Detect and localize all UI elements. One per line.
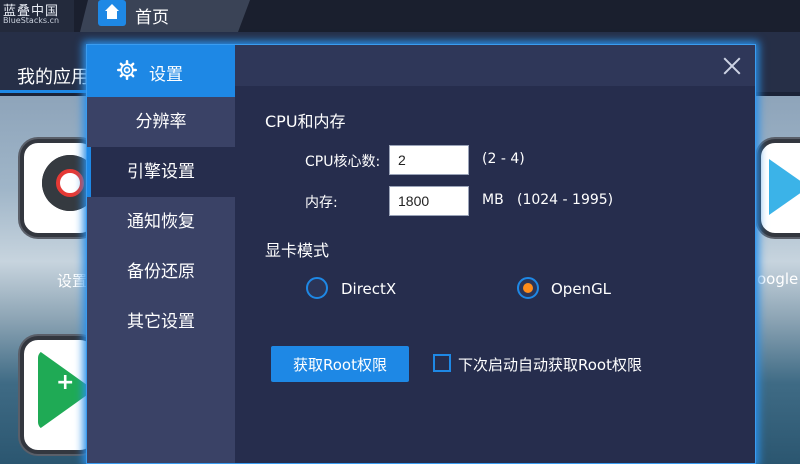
- cpu-cores-input[interactable]: [389, 145, 469, 175]
- settings-header: 设置: [87, 45, 235, 97]
- opengl-label[interactable]: OpenGL: [551, 280, 611, 298]
- auto-root-checkbox[interactable]: [433, 354, 451, 372]
- cpu-cores-label: CPU核心数:: [305, 154, 381, 170]
- bluestacks-logo: 蓝叠中国 BlueStacks.cn: [0, 0, 74, 32]
- opengl-radio[interactable]: [517, 277, 539, 299]
- title-bar: 蓝叠中国 BlueStacks.cn 首页: [0, 0, 800, 32]
- close-icon[interactable]: [723, 57, 741, 75]
- auto-root-label[interactable]: 下次启动自动获取Root权限: [458, 354, 642, 375]
- home-icon: [98, 0, 126, 26]
- sidebar-item-backup[interactable]: 备份还原: [87, 247, 235, 297]
- active-tab-indicator: [0, 90, 100, 93]
- gpu-mode-heading: 显卡模式: [265, 241, 330, 260]
- directx-radio[interactable]: [306, 277, 328, 299]
- dialog-title: 设置: [149, 65, 183, 85]
- memory-input[interactable]: [389, 186, 469, 216]
- get-root-button[interactable]: 获取Root权限: [271, 346, 409, 382]
- settings-dialog: 设置 分辨率 引擎设置 通知恢复 备份还原 其它设置 CPU和内存 CPU核心数…: [86, 44, 756, 464]
- tab-home[interactable]: 首页: [80, 0, 250, 32]
- memory-label: 内存:: [305, 195, 338, 211]
- settings-app-label: 设置: [57, 272, 88, 290]
- cpu-cores-range: (2 - 4): [482, 151, 525, 167]
- logo-subtext: BlueStacks.cn: [3, 16, 60, 25]
- sidebar-item-engine[interactable]: 引擎设置: [87, 147, 235, 197]
- sidebar-item-notification[interactable]: 通知恢复: [87, 197, 235, 247]
- memory-unit: MB: [482, 192, 504, 208]
- memory-range: (1024 - 1995): [517, 192, 614, 208]
- settings-sidebar: 设置 分辨率 引擎设置 通知恢复 备份还原 其它设置: [87, 45, 235, 463]
- dialog-header: [235, 45, 755, 86]
- my-apps-tab[interactable]: 我的应用: [17, 63, 89, 89]
- plus-icon: +: [56, 370, 75, 395]
- directx-label[interactable]: DirectX: [341, 280, 396, 298]
- gear-icon: [117, 60, 137, 80]
- tab-home-label: 首页: [135, 8, 169, 28]
- sidebar-item-other[interactable]: 其它设置: [87, 297, 235, 347]
- play-store-app-icon[interactable]: [757, 139, 800, 237]
- play-store-app-label: oogle: [757, 270, 799, 288]
- cpu-memory-heading: CPU和内存: [265, 112, 346, 131]
- sidebar-item-resolution[interactable]: 分辨率: [87, 97, 235, 147]
- play-store-icon: [769, 159, 800, 215]
